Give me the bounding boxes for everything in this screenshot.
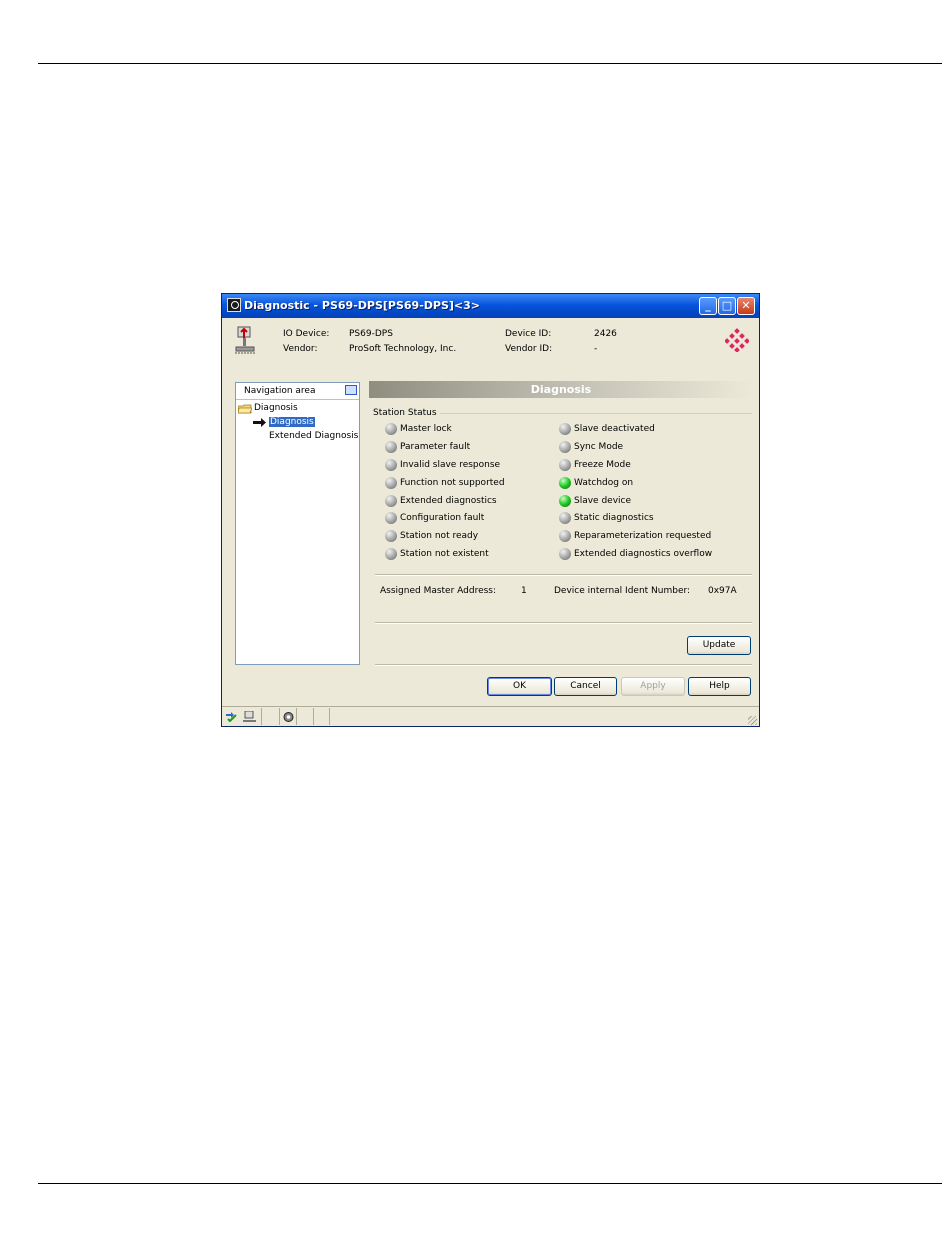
status-led-icon (385, 459, 397, 471)
vendor-id-value: - (594, 344, 598, 354)
nav-item-diagnosis[interactable]: Diagnosis (269, 417, 315, 427)
connection-status-icon (226, 712, 237, 723)
vendor-id-label: Vendor ID: (505, 344, 553, 354)
assigned-master-address-label: Assigned Master Address: (380, 586, 497, 596)
status-led-icon (559, 441, 571, 453)
diagnostic-window: Diagnostic - PS69-DPS[PS69-DPS]<3> _ □ ✕… (221, 293, 760, 727)
window-title: Diagnostic - PS69-DPS[PS69-DPS]<3> (244, 299, 480, 312)
io-device-value: PS69-DPS (349, 329, 393, 339)
divider (375, 664, 752, 666)
status-led-icon (559, 477, 571, 489)
divider (375, 622, 752, 624)
status-led-icon (385, 512, 397, 524)
ok-button[interactable]: OK (487, 677, 552, 696)
resize-grip[interactable] (748, 716, 757, 725)
nav-root-diagnosis[interactable]: Diagnosis (254, 403, 298, 413)
status-led-icon (385, 477, 397, 489)
device-id-label: Device ID: (505, 329, 552, 339)
status-led-icon (559, 423, 571, 435)
status-led-icon (385, 495, 397, 507)
status-led-icon (559, 548, 571, 560)
page-title: Diagnosis (369, 381, 753, 398)
status-led-icon (385, 423, 397, 435)
device-header: IO Device: PS69-DPS Vendor: ProSoft Tech… (222, 318, 759, 368)
navigation-window-icon[interactable] (345, 385, 357, 395)
vendor-logo-icon (725, 328, 749, 352)
navigation-header: Navigation area (236, 383, 359, 400)
page-bottom-rule (38, 1183, 942, 1184)
status-bar-cell (297, 708, 314, 725)
status-bar-cell (314, 708, 330, 725)
status-led-icon (559, 495, 571, 507)
device-id-value: 2426 (594, 329, 617, 339)
ident-number-label: Device internal Ident Number: (554, 586, 691, 596)
cancel-button[interactable]: Cancel (554, 677, 617, 696)
status-bar-cell (222, 708, 262, 725)
close-button[interactable]: ✕ (737, 297, 755, 315)
vendor-value: ProSoft Technology, Inc. (349, 344, 457, 354)
settings-icon (283, 712, 294, 722)
page-top-rule (38, 63, 942, 64)
divider (375, 574, 752, 576)
status-led-icon (385, 548, 397, 560)
io-device-label: IO Device: (283, 329, 330, 339)
status-led-icon (385, 530, 397, 542)
nav-item-extended-diagnosis[interactable]: Extended Diagnosis (269, 431, 358, 441)
status-bar-cell (262, 708, 280, 725)
minimize-button[interactable]: _ (699, 297, 717, 315)
maximize-button[interactable]: □ (718, 297, 736, 315)
group-divider (432, 413, 752, 414)
app-icon (227, 298, 241, 312)
device-online-icon (243, 711, 256, 722)
update-button[interactable]: Update (687, 636, 751, 655)
apply-button[interactable]: Apply (621, 677, 685, 696)
status-bar (222, 706, 759, 726)
folder-open-icon (238, 404, 252, 414)
status-led-icon (559, 512, 571, 524)
navigation-header-label: Navigation area (244, 386, 316, 396)
status-led-icon (559, 530, 571, 542)
status-bar-cell (280, 708, 297, 725)
device-io-icon (235, 326, 255, 354)
status-led-icon (559, 459, 571, 471)
station-status-label: Station Status (373, 408, 440, 418)
assigned-master-address-value: 1 (521, 586, 527, 596)
vendor-label: Vendor: (283, 344, 318, 354)
ident-number-value: 0x97A (708, 586, 737, 596)
arrow-right-icon (253, 418, 266, 427)
status-led-icon (385, 441, 397, 453)
title-bar[interactable]: Diagnostic - PS69-DPS[PS69-DPS]<3> _ □ ✕ (222, 294, 759, 318)
help-button[interactable]: Help (688, 677, 751, 696)
navigation-area: Navigation area Diagnosis Diagnosis Exte… (235, 382, 360, 665)
